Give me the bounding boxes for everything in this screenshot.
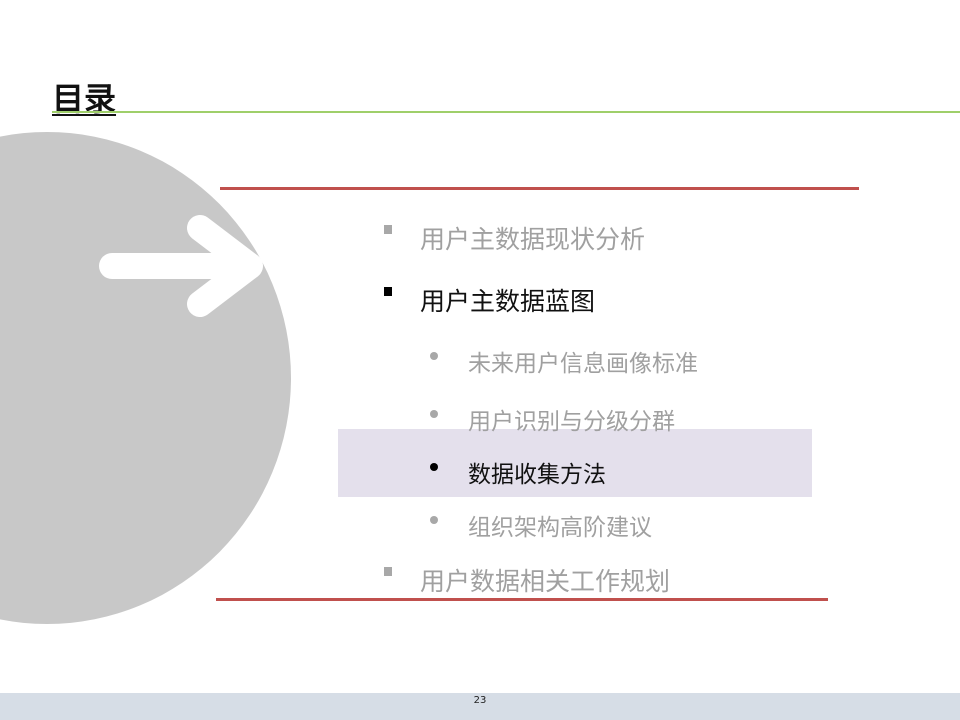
dot-bullet-icon <box>430 410 438 418</box>
square-bullet-icon <box>384 567 392 576</box>
square-bullet-icon <box>384 287 392 296</box>
page-number: 23 <box>473 695 487 706</box>
dot-bullet-icon <box>430 516 438 524</box>
agenda-item-label: 未来用户信息画像标准 <box>468 351 698 377</box>
square-bullet-icon <box>384 225 392 234</box>
agenda-item-label: 用户数据相关工作规划 <box>420 567 671 596</box>
agenda-item-label: 用户识别与分级分群 <box>468 409 675 435</box>
agenda-subitem-current: 数据收集方法 <box>430 455 606 489</box>
dot-bullet-icon <box>430 352 438 360</box>
agenda-subitem: 未来用户信息画像标准 <box>430 344 698 378</box>
agenda-item-label: 数据收集方法 <box>468 462 606 488</box>
agenda-item-label: 用户主数据现状分析 <box>420 225 646 254</box>
agenda-subitem: 用户识别与分级分群 <box>430 402 675 436</box>
agenda-item: 用户数据相关工作规划 <box>384 562 671 598</box>
agenda-item-label: 组织架构高阶建议 <box>468 515 652 541</box>
agenda-item: 用户主数据蓝图 <box>384 282 596 318</box>
agenda-item: 用户主数据现状分析 <box>384 220 646 256</box>
agenda-subitem: 组织架构高阶建议 <box>430 508 652 542</box>
dot-bullet-icon <box>430 463 438 471</box>
frame-rule-top <box>220 187 859 190</box>
agenda-item-label: 用户主数据蓝图 <box>420 287 596 316</box>
frame-rule-bottom <box>216 598 828 601</box>
